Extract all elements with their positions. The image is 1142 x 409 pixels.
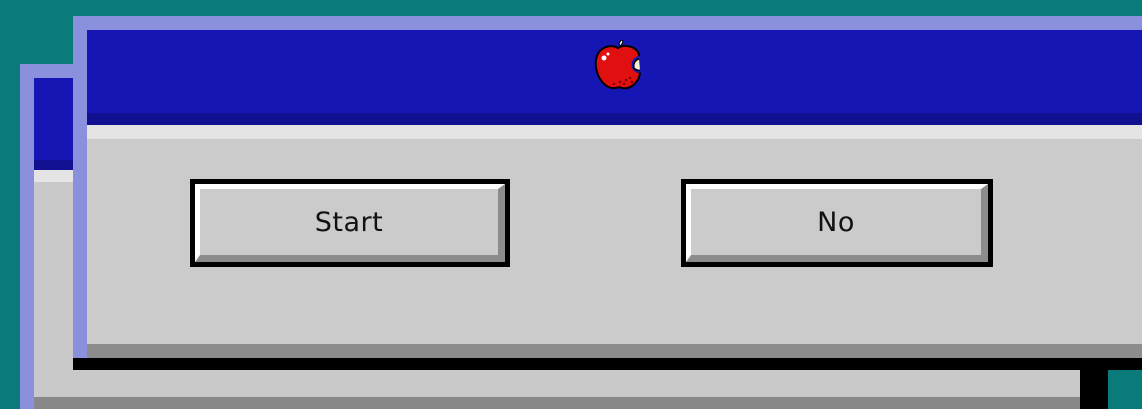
dialog-body-bottom-edge (87, 344, 1142, 358)
dialog-window: Start No (73, 16, 1142, 370)
titlebar-divider (87, 125, 1142, 139)
no-button-face[interactable]: No (686, 184, 988, 262)
start-button-label: Start (314, 206, 384, 238)
background-window-shadow (1080, 370, 1108, 409)
no-button-label: No (817, 206, 855, 238)
desktop-corner (1108, 370, 1142, 409)
no-button[interactable]: No (681, 179, 993, 267)
start-button-face[interactable]: Start (195, 184, 505, 262)
dialog-titlebar[interactable] (87, 30, 1142, 125)
apple-icon (594, 39, 642, 90)
background-window-bottom-edge (34, 397, 1100, 409)
start-button[interactable]: Start (190, 179, 510, 267)
